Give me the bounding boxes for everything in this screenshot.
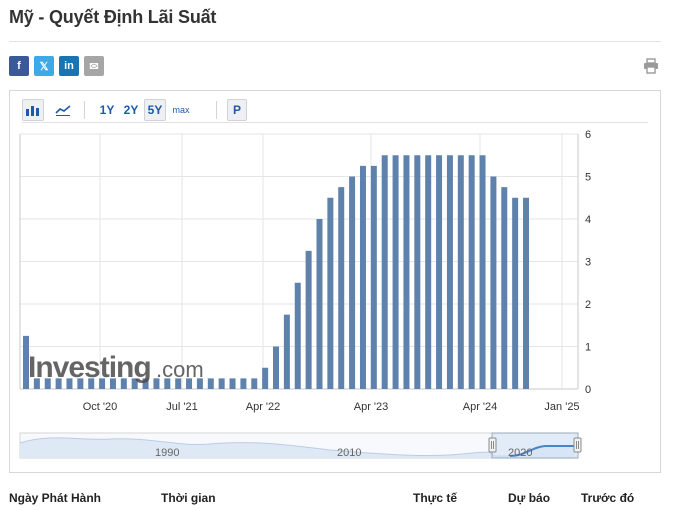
investing-watermark: Investing: [28, 351, 151, 384]
bar[interactable]: [327, 197, 334, 389]
bar[interactable]: [512, 197, 519, 389]
bar[interactable]: [283, 314, 290, 389]
facebook-share-button[interactable]: f: [9, 56, 29, 76]
bar[interactable]: [523, 197, 530, 389]
bar[interactable]: [392, 155, 399, 389]
navigator-left-handle[interactable]: [488, 437, 497, 453]
x-tick-label: Apr '23: [354, 401, 389, 413]
bar[interactable]: [262, 367, 269, 389]
interest-rate-chart: 0 1 2 3 4 5 6 Investing .com Oct '20 Jul '21 Apr '2…: [19, 129, 591, 459]
col-time: Thời gian: [161, 491, 216, 505]
page-title: Mỹ - Quyết Định Lãi Suất: [9, 7, 217, 27]
bar[interactable]: [338, 187, 345, 389]
bar[interactable]: [446, 155, 453, 389]
bar[interactable]: [218, 378, 225, 389]
facebook-icon: f: [17, 60, 21, 72]
x-tick-label: Jul '21: [166, 401, 197, 413]
y-tick-label: 0: [585, 384, 591, 396]
x-tick-label: Apr '22: [246, 401, 281, 413]
linkedin-share-button[interactable]: in: [59, 56, 79, 76]
bar[interactable]: [370, 165, 377, 389]
range-button-1y[interactable]: 1Y: [96, 99, 118, 121]
x-tick-label: Jan '25: [544, 401, 579, 413]
toolbar-divider: [84, 101, 85, 119]
navigator-year-label: 2020: [508, 447, 532, 459]
bar[interactable]: [349, 176, 356, 390]
x-tick-label: Oct '20: [83, 401, 118, 413]
bar[interactable]: [501, 187, 508, 389]
range-button-5y[interactable]: 5Y: [144, 99, 166, 121]
chart-panel: 1Y 2Y 5Y max P 0 1 2 3 4 5 6 Investing .com Oct '20 J…: [9, 90, 661, 473]
col-release-date: Ngày Phát Hành: [9, 491, 102, 505]
bar[interactable]: [273, 346, 280, 390]
navigator-right-handle[interactable]: [573, 437, 582, 453]
linkedin-icon: in: [64, 60, 74, 72]
investing-watermark-suffix: .com: [156, 357, 204, 382]
range-button-2y[interactable]: 2Y: [120, 99, 142, 121]
col-actual: Thực tế: [413, 491, 458, 505]
range-button-max[interactable]: max: [168, 99, 194, 121]
email-icon: ✉: [89, 60, 99, 73]
bar[interactable]: [436, 155, 443, 389]
chart-toolbar: 1Y 2Y 5Y max P: [22, 95, 648, 123]
y-tick-label: 1: [585, 342, 591, 354]
bar-chart-toggle[interactable]: [22, 99, 44, 121]
bar[interactable]: [359, 165, 366, 389]
bar-chart-icon: [26, 106, 39, 116]
bar[interactable]: [207, 378, 214, 389]
bar[interactable]: [229, 378, 236, 389]
area-chart-toggle[interactable]: [52, 99, 74, 121]
line-chart-icon: [55, 105, 71, 116]
y-tick-label: 6: [585, 129, 591, 141]
y-tick-label: 5: [585, 172, 591, 184]
y-tick-label: 2: [585, 299, 591, 311]
bar[interactable]: [294, 282, 301, 389]
y-tick-label: 4: [585, 214, 591, 226]
print-icon[interactable]: [643, 58, 659, 74]
bar[interactable]: [414, 155, 421, 389]
p-button[interactable]: P: [227, 99, 247, 121]
y-tick-label: 3: [585, 257, 591, 269]
navigator-year-label: 1990: [155, 447, 179, 459]
bar[interactable]: [457, 155, 464, 389]
col-previous: Trước đó: [581, 491, 635, 505]
bar[interactable]: [479, 155, 486, 389]
bar[interactable]: [425, 155, 432, 389]
twitter-share-button[interactable]: 𝕏: [34, 56, 54, 76]
bar[interactable]: [240, 378, 247, 389]
bar[interactable]: [305, 250, 312, 389]
twitter-icon: 𝕏: [39, 60, 49, 73]
navigator-year-label: 2010: [337, 447, 361, 459]
x-tick-label: Apr '24: [463, 401, 498, 413]
bar[interactable]: [490, 176, 497, 390]
bar[interactable]: [381, 155, 388, 389]
email-share-button[interactable]: ✉: [84, 56, 104, 76]
toolbar-divider: [216, 101, 217, 119]
bar[interactable]: [316, 219, 323, 389]
bar[interactable]: [251, 378, 258, 389]
bar[interactable]: [403, 155, 410, 389]
bar[interactable]: [468, 155, 475, 389]
title-divider: [9, 41, 661, 42]
col-forecast: Dự báo: [508, 491, 551, 505]
